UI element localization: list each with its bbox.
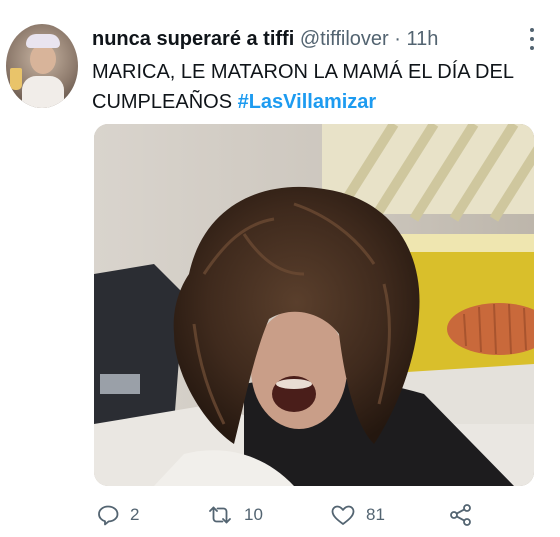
tweet-text: MARICA, LE MATARON LA MAMÁ EL DÍA DEL CU…	[92, 57, 542, 117]
header-separator: ·	[394, 28, 401, 50]
like-count: 81	[366, 505, 385, 524]
tweet-timestamp[interactable]: 11h	[407, 28, 439, 50]
retweet-icon[interactable]	[206, 503, 234, 527]
more-options-icon[interactable]	[522, 28, 542, 50]
reply-button[interactable]: 2	[96, 500, 139, 530]
tweet-card[interactable]: nunca superaré a tiffi @tiffilover · 11h…	[0, 0, 560, 537]
reply-count: 2	[130, 505, 140, 524]
author-name[interactable]: nunca superaré a tiffi	[92, 28, 294, 50]
like-icon[interactable]	[330, 503, 356, 527]
reply-icon[interactable]	[96, 503, 120, 527]
author-avatar[interactable]	[6, 24, 78, 108]
author-handle[interactable]: @tiffilover	[300, 28, 389, 50]
retweet-button[interactable]: 10	[206, 500, 263, 530]
like-button[interactable]: 81	[330, 500, 385, 530]
retweet-count: 10	[244, 505, 263, 524]
share-button[interactable]	[448, 500, 474, 530]
tweet-header: nunca superaré a tiffi @tiffilover · 11h	[92, 26, 512, 52]
hashtag-link[interactable]: #LasVillamizar	[238, 91, 377, 113]
tweet-media-image[interactable]	[94, 124, 534, 486]
share-icon[interactable]	[448, 502, 474, 528]
tweet-actions: 2 10 81	[92, 500, 532, 530]
